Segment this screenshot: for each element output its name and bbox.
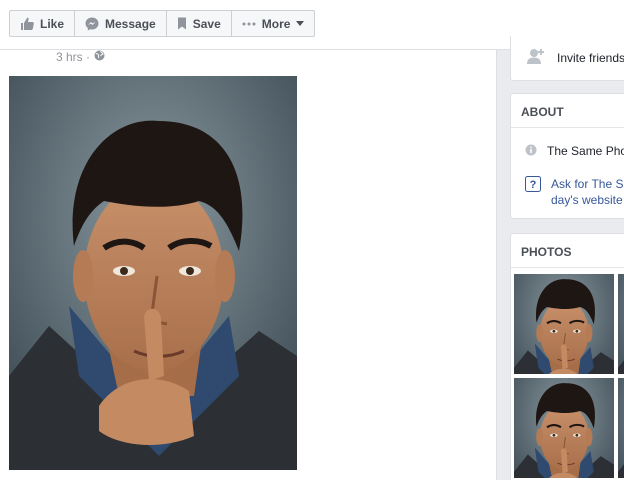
about-card: ABOUT The Same Photo ? Ask for The Same … <box>510 93 624 219</box>
photo-thumbnail[interactable] <box>618 274 624 374</box>
add-friend-icon <box>527 48 545 67</box>
globe-icon <box>94 50 105 64</box>
question-icon: ? <box>525 176 541 208</box>
ellipsis-icon <box>242 22 256 26</box>
messenger-icon <box>85 17 99 31</box>
info-icon <box>525 144 537 159</box>
photos-card: PHOTOS <box>510 233 624 480</box>
photos-title: PHOTOS <box>511 234 624 268</box>
ask-website-link[interactable]: Ask for The Same Photo day's website <box>551 176 624 208</box>
message-label: Message <box>105 16 156 31</box>
thumbs-up-icon <box>20 17 34 30</box>
about-description-row: The Same Photo <box>525 144 624 159</box>
bookmark-icon <box>177 17 187 30</box>
photo-thumbnail[interactable] <box>514 274 614 374</box>
ask-website-row[interactable]: ? Ask for The Same Photo day's website <box>525 176 624 208</box>
action-button-group: Like Message Save More <box>9 10 316 37</box>
like-button[interactable]: Like <box>10 11 76 36</box>
post-container: 3 hrs · <box>0 50 497 480</box>
caret-down-icon <box>296 21 305 26</box>
ask-website-line2: day's website <box>551 193 623 207</box>
more-label: More <box>261 16 291 31</box>
post-timestamp[interactable]: 3 hrs · <box>56 50 105 64</box>
svg-text:?: ? <box>530 179 537 191</box>
like-label: Like <box>40 16 65 31</box>
save-button[interactable]: Save <box>167 11 232 36</box>
invite-label: Invite friends <box>557 50 624 65</box>
post-photo[interactable] <box>9 76 297 470</box>
photo-grid <box>514 274 624 478</box>
invite-friends-link[interactable]: Invite friends <box>527 48 624 67</box>
invite-card: Invite friends <box>510 36 624 81</box>
photo-thumbnail[interactable] <box>618 378 624 478</box>
timestamp-text: 3 hrs · <box>56 50 91 64</box>
about-title: ABOUT <box>511 94 624 128</box>
more-button[interactable]: More <box>232 11 315 36</box>
photo-thumbnail[interactable] <box>514 378 614 478</box>
ask-website-line1: Ask for The Same Photo <box>551 177 624 191</box>
about-description: The Same Photo <box>547 144 624 158</box>
save-label: Save <box>192 16 221 31</box>
message-button[interactable]: Message <box>75 11 167 36</box>
